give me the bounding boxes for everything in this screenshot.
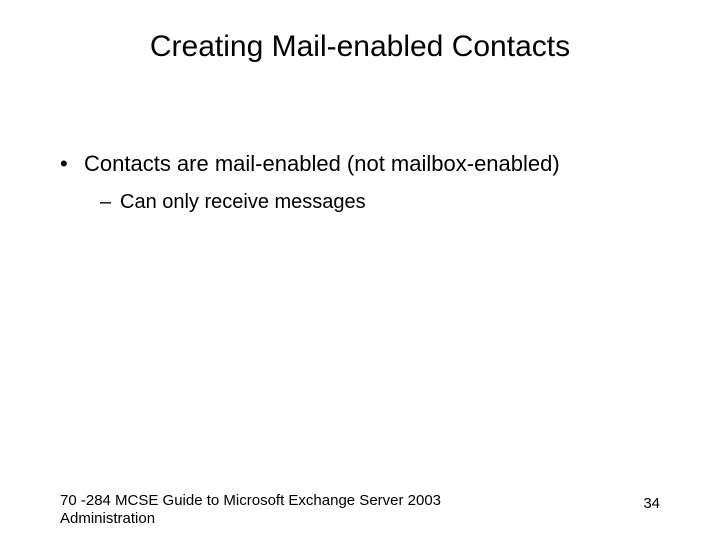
slide: Creating Mail-enabled Contacts • Contact…: [0, 0, 720, 540]
bullet-text: Can only receive messages: [120, 189, 680, 215]
page-number: 34: [643, 495, 660, 512]
footer-text: 70 -284 MCSE Guide to Microsoft Exchange…: [60, 492, 480, 528]
slide-body: • Contacts are mail-enabled (not mailbox…: [60, 150, 680, 215]
slide-title: Creating Mail-enabled Contacts: [0, 30, 720, 64]
bullet-text: Contacts are mail-enabled (not mailbox-e…: [84, 150, 680, 179]
bullet-level1: • Contacts are mail-enabled (not mailbox…: [60, 150, 680, 179]
bullet-marker-icon: –: [100, 189, 120, 215]
bullet-marker-icon: •: [60, 150, 84, 179]
bullet-level2: – Can only receive messages: [100, 189, 680, 215]
